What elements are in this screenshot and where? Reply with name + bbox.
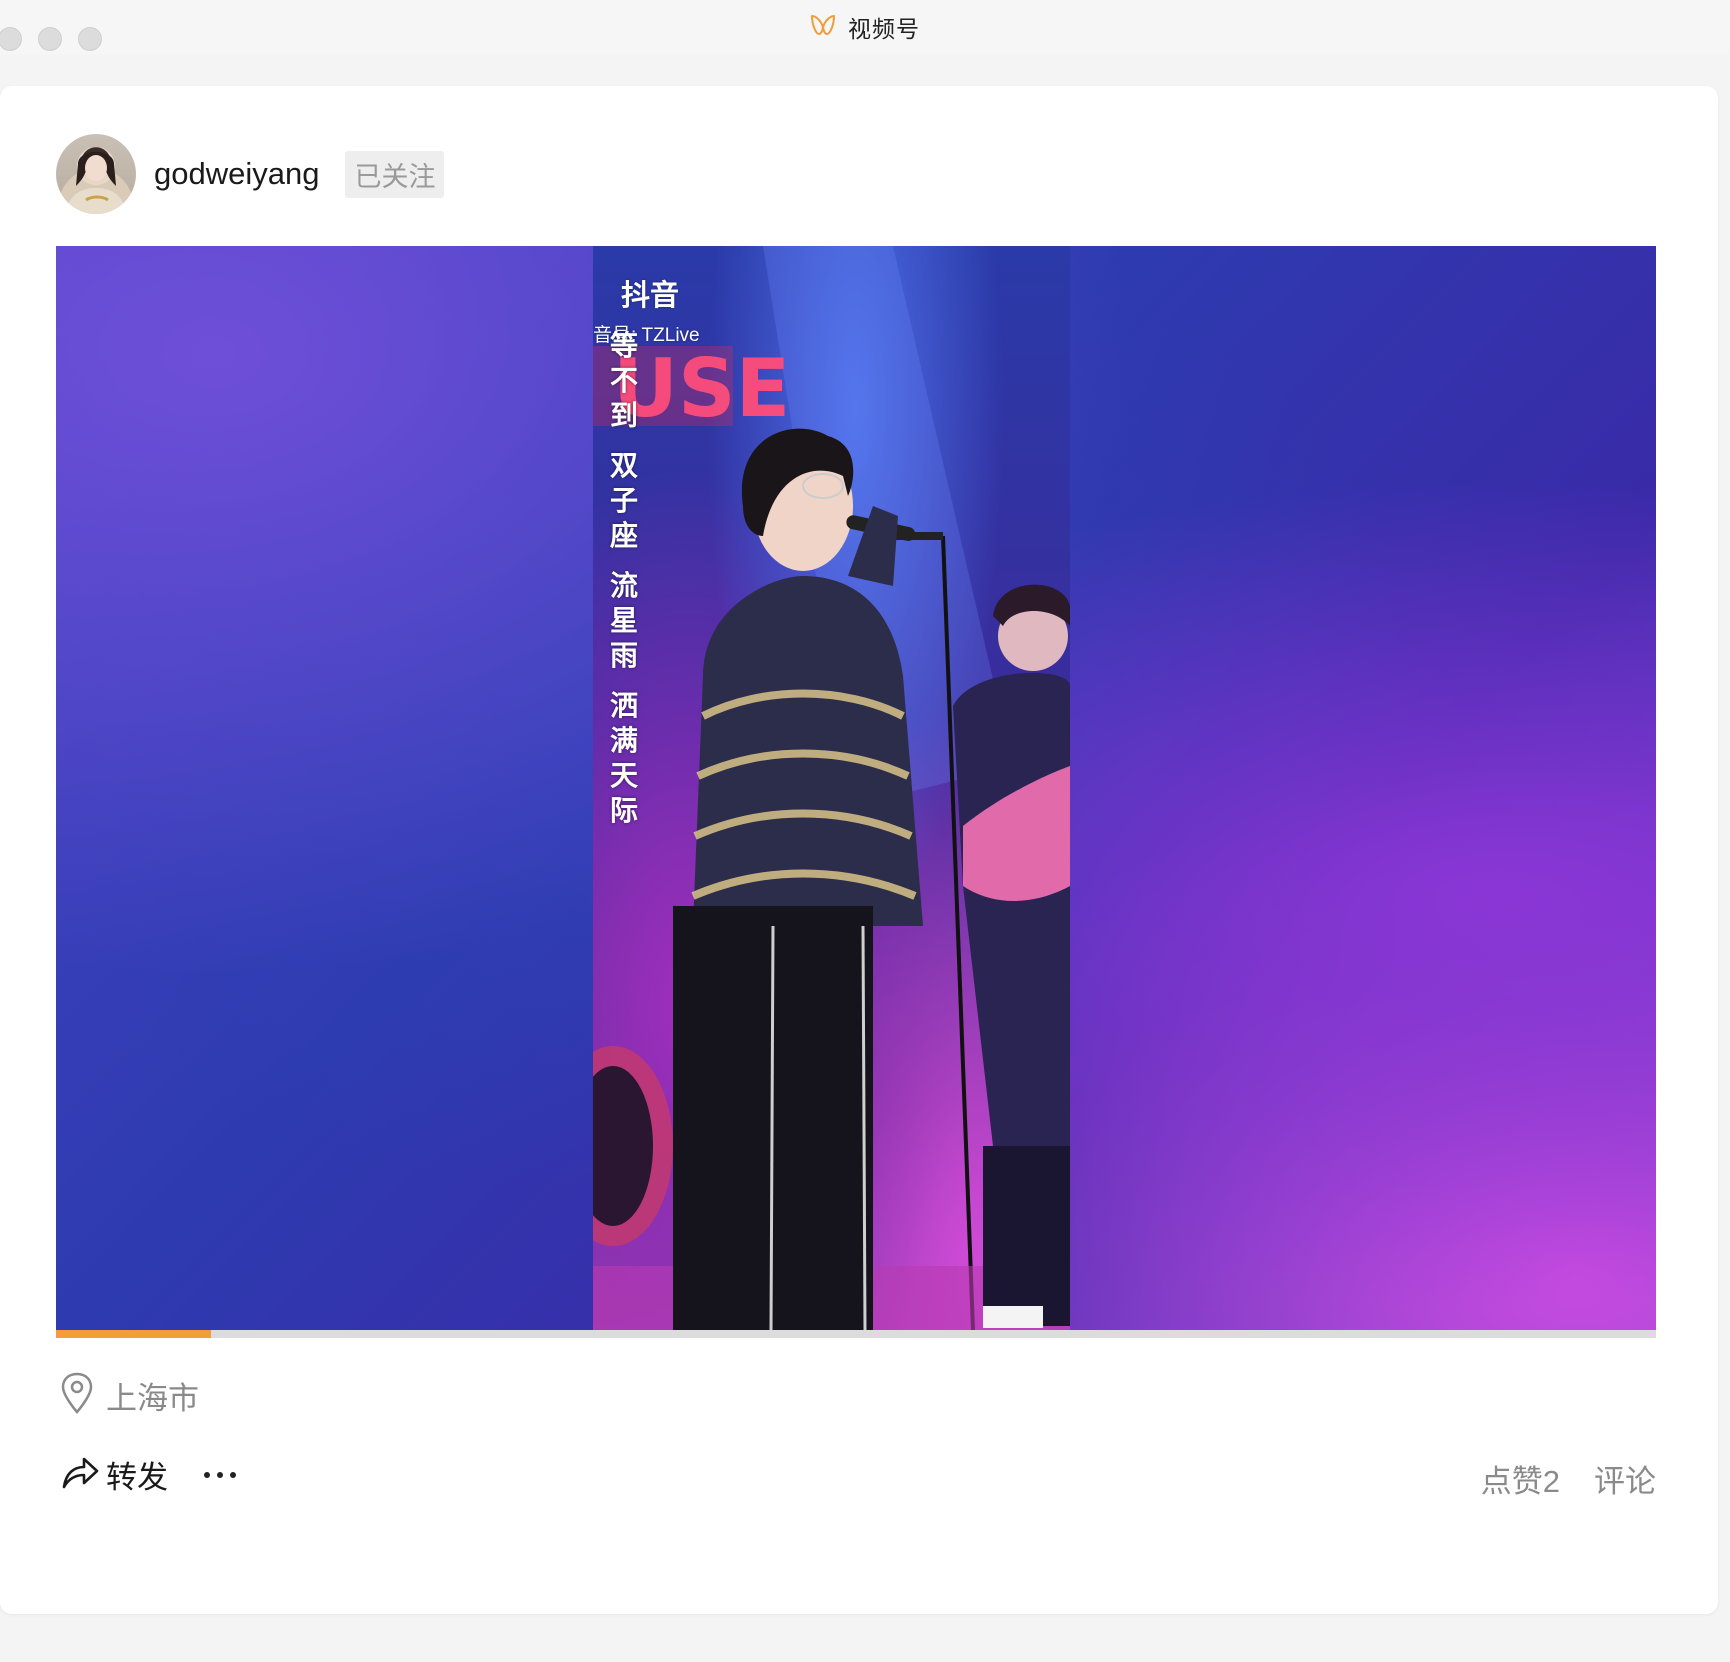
lyric-line: 等不到 — [609, 330, 638, 431]
more-dot-icon — [204, 1471, 210, 1478]
svg-text:USE: USE — [613, 342, 790, 435]
comment-button[interactable]: 评论 — [1594, 1456, 1656, 1501]
lyric-line: 流星雨 — [609, 570, 638, 671]
share-icon — [60, 1453, 100, 1496]
video-frame: USE 抖音 音号: TZLive 等不到 双子座 流星雨 洒满天际 — [593, 246, 1070, 1330]
share-button[interactable]: 转发 — [60, 1452, 168, 1497]
author-name[interactable]: godweiyang — [154, 156, 319, 192]
like-button[interactable]: 点赞2 — [1481, 1456, 1560, 1501]
lyric-line: 双子座 — [609, 450, 638, 551]
location-text: 上海市 — [106, 1381, 199, 1416]
action-bar-right: 点赞2 评论 — [1481, 1456, 1656, 1501]
post-card: godweiyang 已关注 USE 抖音 音号: TZLive 等不到 双子座… — [0, 86, 1718, 1614]
video-progress-fill — [56, 1330, 212, 1338]
vertical-lyrics: 等不到 双子座 流星雨 洒满天际 — [609, 328, 639, 843]
location-pin-icon — [60, 1372, 94, 1419]
more-dot-icon — [217, 1471, 223, 1478]
channels-butterfly-icon — [810, 13, 836, 42]
location-row[interactable]: 上海市 — [60, 1372, 199, 1419]
lyric-line: 洒满天际 — [609, 690, 638, 826]
action-bar-left: 转发 — [60, 1452, 236, 1497]
video-progress-bar[interactable] — [56, 1330, 1656, 1338]
video-scene: USE — [593, 246, 1070, 1330]
window-title: 视频号 — [848, 16, 920, 42]
window-titlebar: 视频号 — [0, 0, 1730, 54]
more-options-button[interactable] — [204, 1471, 236, 1478]
video-player[interactable]: USE 抖音 音号: TZLive 等不到 双子座 流星雨 洒满天际 — [56, 246, 1656, 1330]
watermark-logo: 抖音 — [621, 280, 680, 312]
avatar[interactable] — [56, 134, 136, 214]
follow-status-badge[interactable]: 已关注 — [345, 150, 445, 198]
more-dot-icon — [230, 1471, 236, 1478]
author-row: godweiyang 已关注 — [56, 134, 445, 214]
share-label: 转发 — [106, 1460, 168, 1495]
